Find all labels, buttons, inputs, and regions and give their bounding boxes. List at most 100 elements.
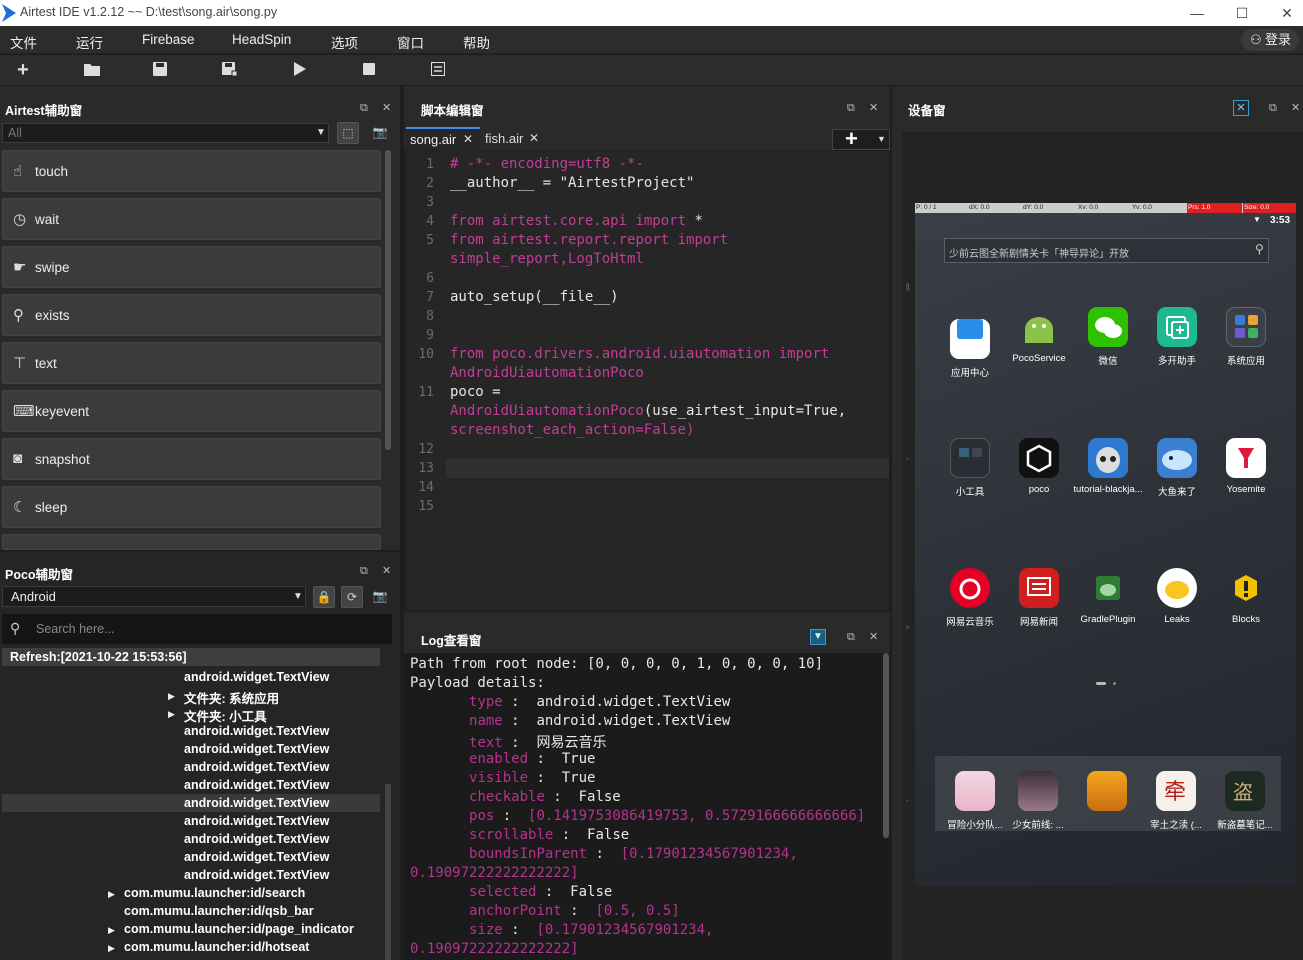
command-snapshot[interactable]: ◙ snapshot: [2, 438, 381, 480]
app-poco[interactable]: poco: [1004, 438, 1074, 495]
menu-headspin[interactable]: HeadSpin: [232, 32, 291, 47]
minimize-button[interactable]: —: [1175, 0, 1219, 26]
save-as-icon[interactable]: [222, 62, 237, 76]
float-panel-icon[interactable]: ⧉: [360, 102, 368, 115]
command-wait[interactable]: ◷ wait: [2, 198, 381, 240]
dock-app-3[interactable]: [1072, 771, 1142, 817]
command-touch[interactable]: ☝ touch: [2, 150, 381, 192]
close-tab-icon[interactable]: ✕: [529, 131, 539, 145]
expand-arrow-icon[interactable]: ▶: [168, 709, 175, 720]
refresh-button[interactable]: ⟳: [341, 586, 363, 608]
poco-platform-select[interactable]: Android ▼: [2, 586, 306, 607]
menu-window[interactable]: 窗口: [397, 32, 424, 52]
close-panel-icon[interactable]: ✕: [869, 630, 878, 643]
menu-run[interactable]: 运行: [76, 32, 103, 52]
tree-node[interactable]: android.widget.TextView: [184, 760, 329, 774]
app-appcenter[interactable]: 应用中心: [935, 307, 1005, 379]
tree-node[interactable]: android.widget.TextView: [184, 868, 329, 882]
filter-icon[interactable]: ▼: [810, 629, 826, 645]
airtest-filter-select[interactable]: All ▼: [2, 123, 329, 143]
app-wechat[interactable]: 微信: [1073, 307, 1143, 367]
app-dayu[interactable]: 大鱼来了: [1142, 438, 1212, 498]
poco-scrollbar[interactable]: [385, 784, 391, 960]
float-panel-icon[interactable]: ⧉: [847, 102, 855, 115]
device-screen[interactable]: P: 0 / 1 dX: 0.0 dY: 0.0 Xv: 0.0 Yv: 0.0…: [915, 203, 1296, 886]
new-file-icon[interactable]: +: [11, 58, 35, 82]
tools-icon[interactable]: ✕: [1233, 100, 1249, 116]
save-icon[interactable]: [153, 62, 167, 76]
add-tab-button[interactable]: + ▼: [832, 126, 890, 151]
app-tutorial-blackjack[interactable]: tutorial-blackja...: [1073, 438, 1143, 495]
menu-help[interactable]: 帮助: [463, 32, 490, 52]
tree-node[interactable]: android.widget.TextView: [184, 850, 329, 864]
tree-node[interactable]: com.mumu.launcher:id/hotseat: [124, 940, 309, 954]
expand-arrow-icon[interactable]: ▶: [108, 889, 115, 900]
search-input[interactable]: Search here...: [36, 622, 115, 636]
float-panel-icon[interactable]: ⧉: [847, 631, 855, 644]
close-window-button[interactable]: ✕: [1265, 0, 1303, 26]
app-blocks[interactable]: Blocks: [1211, 568, 1281, 625]
record-position-button[interactable]: ⬚: [337, 122, 359, 144]
command-keyevent[interactable]: ⌨ keyevent: [2, 390, 381, 432]
command-more[interactable]: [2, 534, 381, 550]
close-tab-icon[interactable]: ✕: [463, 132, 473, 146]
tree-node[interactable]: com.mumu.launcher:id/search: [124, 886, 305, 900]
login-button[interactable]: ⚇ 登录: [1241, 29, 1299, 51]
expand-arrow-icon[interactable]: ▶: [108, 925, 115, 936]
command-sleep[interactable]: ☾ sleep: [2, 486, 381, 528]
airtest-scrollbar[interactable]: [385, 150, 391, 450]
dock-app-4[interactable]: 牵宰土之渎 (...: [1141, 771, 1211, 831]
auto-record-button[interactable]: 📷: [369, 122, 391, 144]
tree-node[interactable]: android.widget.TextView: [184, 724, 329, 738]
app-tools-folder[interactable]: 小工具: [935, 438, 1005, 498]
app-system-folder[interactable]: 系统应用: [1211, 307, 1281, 367]
tree-node[interactable]: com.mumu.launcher:id/qsb_bar: [124, 904, 314, 918]
poco-search-box[interactable]: ⚲ Search here...: [2, 614, 392, 644]
dock-app-1[interactable]: 冒险小分队...: [940, 771, 1010, 831]
launcher-search-bar[interactable]: 少前云图全新剧情关卡「神导异论」开放 ⚲: [944, 238, 1269, 263]
tab-fish[interactable]: fish.air ✕: [481, 127, 543, 149]
tree-node[interactable]: 文件夹: 小工具: [184, 706, 267, 725]
log-scrollbar[interactable]: [883, 653, 889, 838]
command-exists[interactable]: ⚲ exists: [2, 294, 381, 336]
tree-node[interactable]: android.widget.TextView: [184, 832, 329, 846]
menu-file[interactable]: 文件: [10, 32, 37, 52]
app-gradleplugin[interactable]: GradlePlugin: [1073, 568, 1143, 625]
menu-options[interactable]: 选项: [331, 32, 358, 52]
dock-app-2[interactable]: 少女前线: ...: [1003, 771, 1073, 831]
close-panel-icon[interactable]: ✕: [382, 564, 391, 577]
code-editor[interactable]: 1 2 3 4 5 6 7 8 9 10 11 12 13 14 15 # -*…: [406, 151, 889, 611]
tree-node[interactable]: android.widget.TextView: [184, 742, 329, 756]
log-output[interactable]: Path from root node: [0, 0, 0, 0, 1, 0, …: [406, 653, 889, 960]
app-leaks[interactable]: Leaks: [1142, 568, 1212, 625]
tab-song[interactable]: song.air ✕: [406, 127, 480, 149]
app-multiopen[interactable]: 多开助手: [1142, 307, 1212, 367]
command-swipe[interactable]: ☛ swipe: [2, 246, 381, 288]
expand-arrow-icon[interactable]: ▶: [108, 943, 115, 954]
expand-arrow-icon[interactable]: ▶: [168, 691, 175, 702]
tree-node[interactable]: android.widget.TextView: [184, 778, 329, 792]
tree-node-selected[interactable]: android.widget.TextView: [184, 796, 329, 810]
float-panel-icon[interactable]: ⧉: [360, 565, 368, 578]
open-folder-icon[interactable]: [84, 62, 100, 76]
menu-firebase[interactable]: Firebase: [142, 32, 195, 47]
app-pocoservice[interactable]: PocoService: [1004, 307, 1074, 364]
app-yosemite[interactable]: Yosemite: [1211, 438, 1281, 495]
stop-icon[interactable]: [363, 63, 375, 75]
maximize-button[interactable]: ☐: [1220, 0, 1264, 26]
tree-node[interactable]: 文件夹: 系统应用: [184, 688, 279, 707]
close-panel-icon[interactable]: ✕: [869, 101, 878, 114]
log-view-icon[interactable]: [431, 62, 445, 76]
tree-node[interactable]: com.mumu.launcher:id/page_indicator: [124, 922, 354, 936]
app-netease-news[interactable]: 网易新闻: [1004, 568, 1074, 628]
record-button[interactable]: 📷: [369, 586, 391, 608]
app-netease-music[interactable]: 网易云音乐: [935, 568, 1005, 628]
run-icon[interactable]: [294, 62, 306, 76]
dock-app-5[interactable]: 盗新盗墓笔记...: [1210, 771, 1280, 831]
tree-node[interactable]: android.widget.TextView: [184, 670, 329, 684]
float-panel-icon[interactable]: ⧉: [1269, 102, 1277, 115]
tree-node[interactable]: android.widget.TextView: [184, 814, 329, 828]
close-panel-icon[interactable]: ✕: [382, 101, 391, 114]
command-text[interactable]: ⊤ text: [2, 342, 381, 384]
lock-button[interactable]: 🔒: [313, 586, 335, 608]
